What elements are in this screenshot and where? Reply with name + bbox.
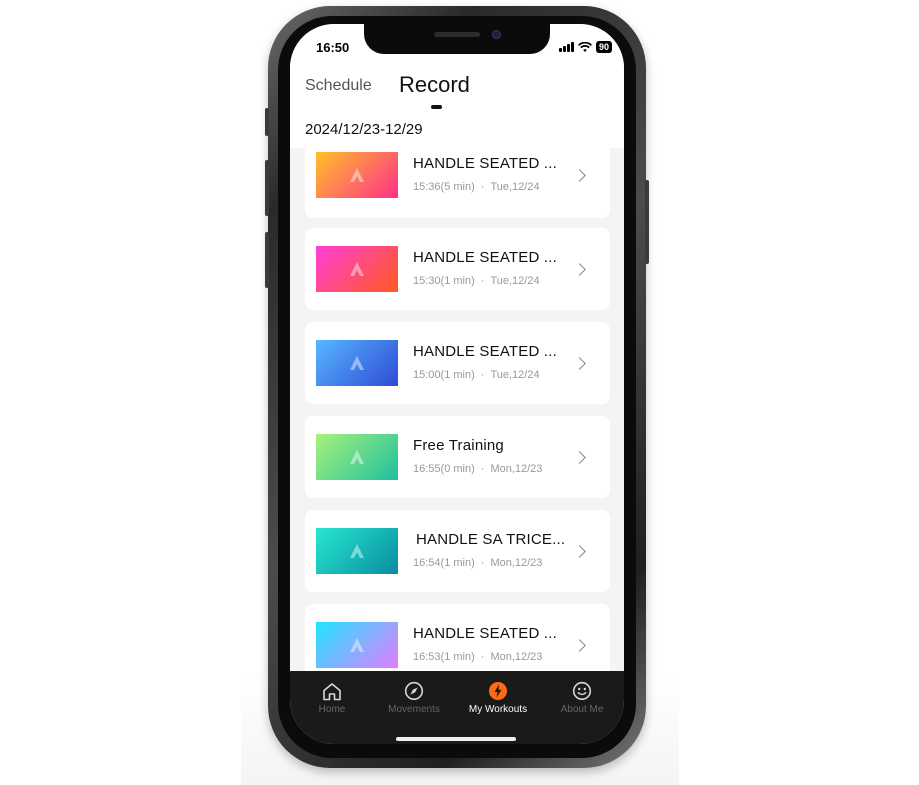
silent-switch <box>265 108 269 136</box>
workout-day: Tue,12/24 <box>490 181 540 193</box>
wifi-icon <box>577 41 592 52</box>
brand-logo-icon <box>350 638 364 652</box>
power-button <box>645 180 649 264</box>
brand-logo-icon <box>350 356 364 370</box>
tab-schedule[interactable]: Schedule <box>305 77 372 95</box>
workout-day: Mon,12/23 <box>490 557 543 569</box>
battery-indicator: 90 <box>595 41 612 53</box>
workout-meta: 15:36(5 min) · Tue,12/24 <box>413 181 540 193</box>
tab-home[interactable]: Home <box>290 681 374 715</box>
speaker-grille <box>434 32 480 37</box>
workout-title: HANDLE SA TRICE... <box>416 531 566 548</box>
chevron-right-icon <box>573 545 586 558</box>
workout-meta: 16:53(1 min) · Mon,12/23 <box>413 651 543 663</box>
home-icon <box>323 682 341 700</box>
workout-time: 15:30(1 min) <box>413 275 475 287</box>
chevron-right-icon <box>573 451 586 464</box>
workout-card[interactable]: HANDLE SEATED ... 15:30(1 min) · Tue,12/24 <box>305 228 610 310</box>
workout-day: Mon,12/23 <box>490 463 543 475</box>
workout-time: 15:00(1 min) <box>413 369 475 381</box>
workout-thumbnail <box>316 246 398 292</box>
workout-thumbnail <box>316 152 398 198</box>
workout-day: Tue,12/24 <box>490 369 540 381</box>
cellular-signal-icon <box>558 42 574 52</box>
chevron-right-icon <box>573 357 586 370</box>
workout-title: HANDLE SEATED ... <box>413 155 557 172</box>
home-indicator[interactable] <box>396 737 516 741</box>
workout-thumbnail <box>316 434 398 480</box>
brand-logo-icon <box>350 544 364 558</box>
workout-record-list[interactable]: HANDLE SEATED ... 15:36(5 min) · Tue,12/24… <box>290 148 624 671</box>
tab-label: My Workouts <box>468 704 528 715</box>
workout-day: Tue,12/24 <box>490 275 540 287</box>
brand-logo-icon <box>350 168 364 182</box>
workout-meta: 16:55(0 min) · Mon,12/23 <box>413 463 543 475</box>
smiley-icon <box>572 681 592 701</box>
compass-icon <box>404 681 424 701</box>
chevron-right-icon <box>573 263 586 276</box>
workout-day: Mon,12/23 <box>490 651 543 663</box>
front-camera <box>492 30 501 39</box>
brand-logo-icon <box>350 450 364 464</box>
tab-record[interactable]: Record <box>399 72 470 98</box>
chevron-right-icon <box>573 169 586 182</box>
tab-label: Home <box>318 704 346 715</box>
workout-thumbnail <box>316 622 398 668</box>
tab-label: About Me <box>560 704 604 715</box>
workout-time: 15:36(5 min) <box>413 181 475 193</box>
tab-about-me[interactable]: About Me <box>540 681 624 715</box>
chevron-right-icon <box>573 639 586 652</box>
workout-title: HANDLE SEATED ... <box>413 343 557 360</box>
workout-meta: 15:00(1 min) · Tue,12/24 <box>413 369 540 381</box>
workout-card[interactable]: HANDLE SEATED ... 16:53(1 min) · Mon,12/23 <box>305 604 610 671</box>
workout-card[interactable]: HANDLE SEATED ... 15:00(1 min) · Tue,12/24 <box>305 322 610 404</box>
workout-thumbnail <box>316 528 398 574</box>
workout-time: 16:53(1 min) <box>413 651 475 663</box>
active-tab-indicator <box>431 105 442 109</box>
brand-logo-icon <box>350 262 364 276</box>
workout-card[interactable]: HANDLE SA TRICE... 16:54(1 min) · Mon,12/2… <box>305 510 610 592</box>
page-header: Schedule Record 2024/12/23-12/29 <box>290 68 624 148</box>
lightning-icon <box>489 682 507 700</box>
workout-thumbnail <box>316 340 398 386</box>
workout-meta: 15:30(1 min) · Tue,12/24 <box>413 275 540 287</box>
phone-screen: 16:50 90 Schedule Record 2024/12/23-12/2… <box>290 24 624 744</box>
workout-card[interactable]: Free Training 16:55(0 min) · Mon,12/23 <box>305 416 610 498</box>
notch <box>364 24 550 54</box>
volume-up-button <box>265 160 269 216</box>
status-indicators: 90 <box>558 41 612 53</box>
workout-time: 16:54(1 min) <box>413 557 475 569</box>
tab-my-workouts[interactable]: My Workouts <box>456 681 540 715</box>
workout-card[interactable]: HANDLE SEATED ... 15:36(5 min) · Tue,12/24 <box>305 148 610 218</box>
status-time: 16:50 <box>316 40 350 55</box>
workout-time: 16:55(0 min) <box>413 463 475 475</box>
bottom-tab-bar: Home Movements My Workouts About Me <box>290 671 624 744</box>
workout-meta: 16:54(1 min) · Mon,12/23 <box>413 557 543 569</box>
workout-title: HANDLE SEATED ... <box>413 625 557 642</box>
date-range: 2024/12/23-12/29 <box>305 121 423 138</box>
workout-title: Free Training <box>413 437 504 454</box>
volume-down-button <box>265 232 269 288</box>
tab-movements[interactable]: Movements <box>372 681 456 715</box>
tab-label: Movements <box>388 704 440 715</box>
workout-title: HANDLE SEATED ... <box>413 249 557 266</box>
